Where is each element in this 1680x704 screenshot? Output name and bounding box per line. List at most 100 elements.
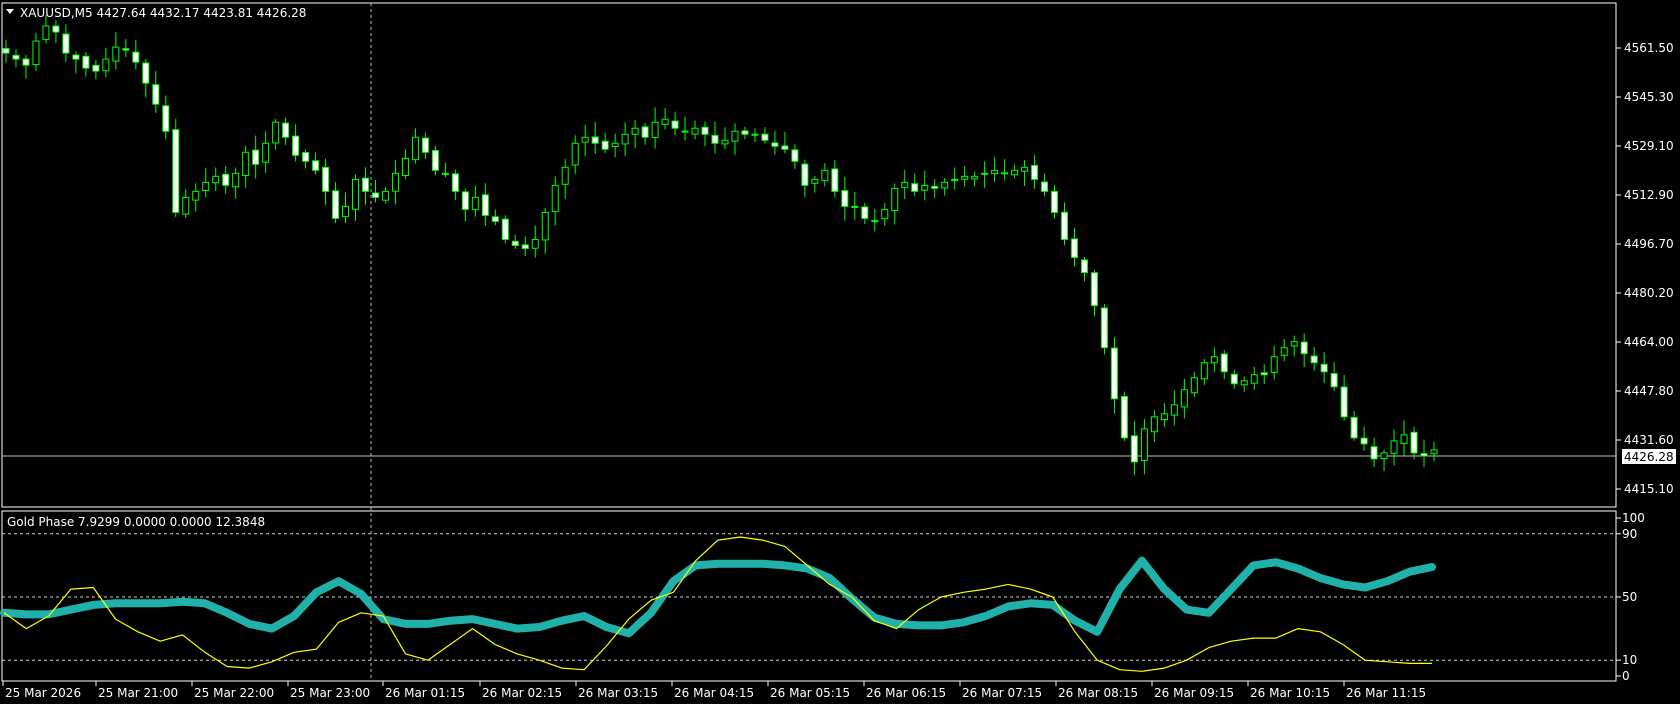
candle-body — [1031, 164, 1039, 180]
candle-body — [1071, 238, 1079, 259]
candle-body — [212, 175, 220, 184]
candle-body — [1240, 380, 1248, 386]
candle-body — [931, 185, 939, 189]
indicator-header-text: Gold Phase 7.9299 0.0000 0.0000 12.3848 — [7, 515, 265, 529]
price-tick-label: 4561.50 — [1624, 41, 1674, 55]
time-tick-label: 26 Mar 04:15 — [674, 686, 754, 700]
symbol-header[interactable]: XAUUSD,M5 4427.64 4432.17 4423.81 4426.2… — [6, 6, 306, 20]
candle-body — [701, 126, 709, 135]
candle-body — [611, 142, 619, 147]
price-axis: 4561.50 4545.30 4529.10 4512.90 4496.70 4480.… — [1616, 41, 1674, 496]
indicator-tick-label: 10 — [1622, 653, 1637, 667]
candle-body — [1410, 431, 1418, 454]
candle-body — [62, 33, 70, 54]
candle-body — [192, 190, 200, 201]
candle-body — [531, 238, 539, 249]
candle-body — [421, 137, 429, 153]
price-tick-label: 4496.70 — [1624, 237, 1674, 251]
candle-body — [172, 129, 180, 213]
candle-body — [671, 120, 679, 129]
time-tick-label: 26 Mar 07:15 — [962, 686, 1042, 700]
candle-body — [32, 40, 40, 66]
candle-body — [801, 163, 809, 186]
candle-body — [222, 173, 230, 186]
candle-body — [991, 169, 999, 175]
candle-body — [1061, 211, 1069, 240]
candle-body — [1190, 377, 1198, 394]
chart-stage: XAUUSD,M5 4427.64 4432.17 4423.81 4426.2… — [0, 2, 1676, 700]
candle-body — [322, 166, 330, 192]
candle-body — [511, 240, 519, 246]
time-tick-label: 25 Mar 23:00 — [290, 686, 370, 700]
candle-body — [631, 127, 639, 135]
candle-body — [1300, 341, 1308, 355]
candle-body — [142, 62, 150, 84]
price-tick-label: 4447.80 — [1624, 384, 1674, 398]
candle-body — [1021, 166, 1029, 172]
candle-body — [661, 118, 669, 125]
candle-body — [1110, 347, 1118, 400]
candle-body — [12, 54, 20, 60]
candle-body — [332, 190, 340, 219]
candle-body — [1340, 386, 1348, 418]
candle-body — [1320, 363, 1328, 373]
candle-body — [481, 194, 489, 216]
price-pane[interactable] — [1, 2, 1617, 508]
candle-body — [981, 172, 989, 175]
time-tick-label: 26 Mar 03:15 — [578, 686, 658, 700]
candle-body — [781, 145, 789, 150]
candle-body — [1080, 259, 1088, 274]
candle-body — [691, 127, 699, 135]
candle-body — [52, 25, 60, 33]
candle-body — [581, 136, 589, 143]
candle-body — [621, 133, 629, 145]
candle-body — [941, 181, 949, 189]
candle-body — [961, 175, 969, 180]
candle-body — [82, 55, 90, 69]
candle-body — [731, 130, 739, 142]
candle-body — [371, 192, 379, 198]
candle-body — [441, 172, 449, 175]
time-axis: 25 Mar 2026 25 Mar 21:00 25 Mar 22:00 25 Ma… — [2, 681, 1426, 700]
candle-body — [761, 133, 769, 141]
candle-body — [122, 48, 130, 51]
candle-body — [381, 190, 389, 201]
candle-body — [521, 244, 529, 249]
candle-body — [361, 177, 369, 192]
current-price-text: 4426.28 — [1624, 450, 1674, 464]
symbol-header-text: XAUUSD,M5 4427.64 4432.17 4423.81 4426.2… — [20, 6, 306, 20]
candle-body — [1380, 452, 1388, 460]
candle-body — [791, 149, 799, 162]
candle-body — [292, 135, 300, 156]
time-tick-label: 26 Mar 11:15 — [1346, 686, 1426, 700]
candle-body — [871, 220, 879, 223]
candle-body — [1260, 372, 1268, 376]
candle-body — [1180, 389, 1188, 408]
candle-body — [1140, 428, 1148, 461]
price-tick-label: 4415.10 — [1624, 482, 1674, 496]
candle-body — [811, 178, 819, 184]
candle-body — [1130, 435, 1138, 463]
indicator-pane[interactable] — [1, 510, 1617, 682]
candle-body — [1120, 396, 1128, 439]
candle-body — [1390, 440, 1398, 454]
candle-body — [821, 169, 829, 182]
candle-body — [711, 134, 719, 144]
indicator-tick-label: 50 — [1622, 590, 1637, 604]
candle-body — [681, 130, 689, 133]
candle-body — [1350, 416, 1358, 439]
time-tick-label: 26 Mar 05:15 — [770, 686, 850, 700]
candle-body — [1310, 355, 1318, 364]
candle-body — [42, 25, 50, 40]
candle-body — [501, 218, 509, 240]
time-tick-label: 26 Mar 08:15 — [1058, 686, 1138, 700]
candle-body — [1370, 446, 1378, 460]
candle-body — [1270, 356, 1278, 373]
candle-body — [1001, 172, 1009, 175]
candle-body — [1051, 190, 1059, 213]
candle-body — [1200, 362, 1208, 380]
candle-body — [312, 160, 320, 171]
indicator-tick-label: 0 — [1622, 669, 1630, 683]
candle-body — [132, 51, 140, 63]
candle-body — [741, 130, 749, 135]
